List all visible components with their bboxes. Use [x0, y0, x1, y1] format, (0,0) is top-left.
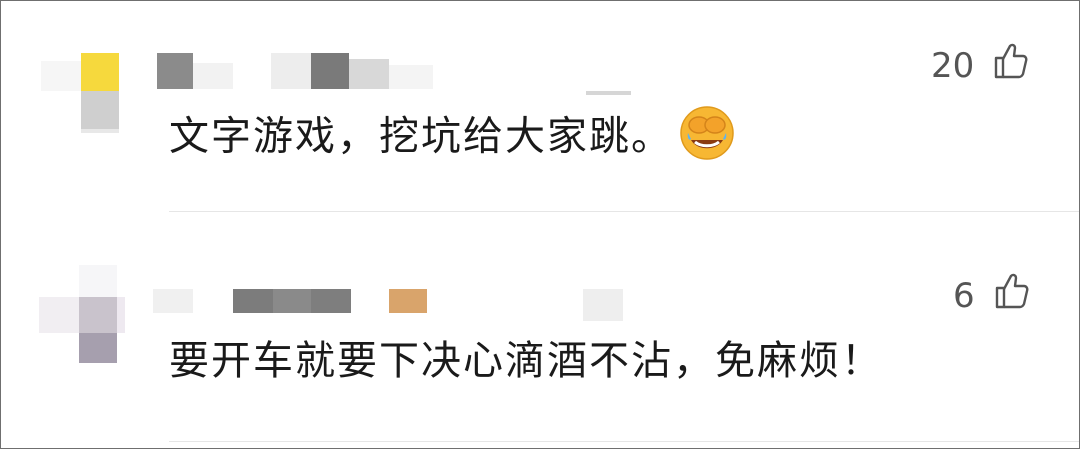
blurred-meta [586, 91, 631, 95]
comment-text: 要开车就要下决心滴酒不沾，免麻烦！ [169, 338, 883, 384]
like-count: 6 [953, 275, 975, 316]
like-control[interactable]: 20 [931, 41, 1030, 90]
like-count: 20 [931, 45, 975, 86]
thumbs-up-icon[interactable] [990, 41, 1030, 90]
face-palm-laughing-emoji [679, 105, 735, 172]
comment-list: 20 文字游戏，挖坑给大家跳。 6 要开车就要下决心滴酒不沾，免麻烦！ [0, 0, 1080, 449]
comment-item: 6 要开车就要下决心滴酒不沾，免麻烦！ [1, 213, 1079, 443]
avatar[interactable] [39, 265, 125, 363]
like-control[interactable]: 6 [953, 271, 1031, 320]
comment-text: 文字游戏，挖坑给大家跳。 [169, 105, 735, 172]
username-blurred[interactable] [151, 53, 441, 93]
thumbs-up-icon[interactable] [991, 271, 1031, 320]
divider [169, 211, 1079, 212]
comment-item: 20 文字游戏，挖坑给大家跳。 [1, 1, 1079, 213]
divider [169, 441, 1079, 442]
username-blurred[interactable] [151, 285, 631, 325]
avatar[interactable] [41, 53, 121, 135]
